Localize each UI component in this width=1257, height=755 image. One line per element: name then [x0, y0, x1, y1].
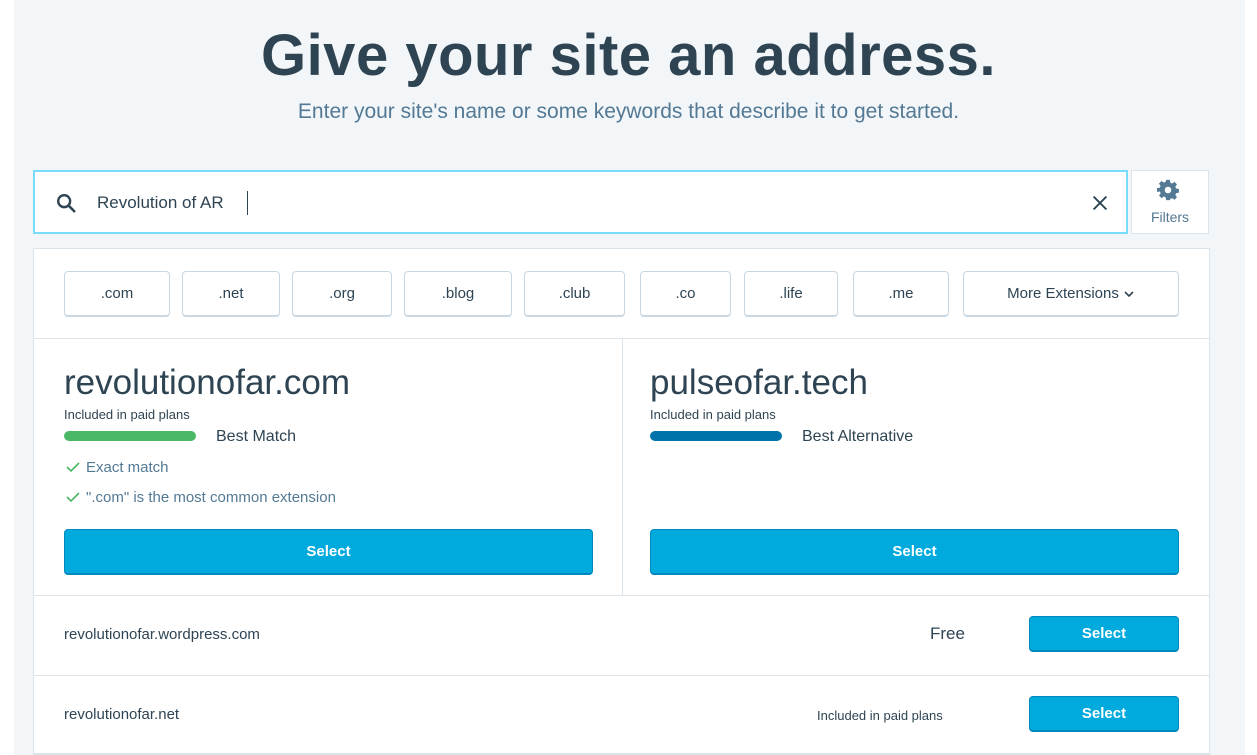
page-subtitle: Enter your site's name or some keywords …: [297, 100, 960, 123]
more-extensions-button[interactable]: More Extensions: [963, 271, 1179, 317]
extension-club-button[interactable]: .club: [524, 271, 625, 317]
reason-item: Exact match: [66, 459, 169, 476]
domain-row-price: Included in paid plans: [817, 708, 943, 723]
search-box[interactable]: [33, 170, 1128, 234]
match-bar: [64, 431, 196, 441]
chevron-down-icon: [1124, 291, 1134, 298]
reason-text: Exact match: [86, 459, 169, 476]
extension-life-button[interactable]: .life: [744, 271, 838, 317]
divider: [34, 753, 1209, 754]
domain-row-name: revolutionofar.wordpress.com: [64, 626, 260, 643]
domain-row-name: revolutionofar.net: [64, 706, 180, 723]
filters-button[interactable]: Filters: [1131, 170, 1209, 234]
text-caret: [247, 191, 248, 215]
featured-domain-name: pulseofar.tech: [650, 363, 868, 402]
checkmark-icon: [66, 462, 80, 473]
checkmark-icon: [66, 492, 80, 503]
match-label: Best Alternative: [802, 428, 914, 445]
extension-co-button[interactable]: .co: [640, 271, 731, 317]
reason-text: ".com" is the most common extension: [86, 489, 336, 506]
extension-net-button[interactable]: .net: [182, 271, 280, 317]
search-input[interactable]: [97, 185, 1057, 221]
close-icon[interactable]: [1089, 192, 1111, 214]
divider: [34, 675, 1209, 676]
plan-note: Included in paid plans: [64, 407, 190, 422]
select-button[interactable]: Select: [1029, 696, 1179, 732]
featured-domain-name: revolutionofar.com: [64, 363, 350, 402]
page-title: Give your site an address.: [260, 23, 997, 88]
search-icon: [57, 194, 76, 213]
extension-org-button[interactable]: .org: [292, 271, 392, 317]
extension-com-button[interactable]: .com: [64, 271, 170, 317]
select-button[interactable]: Select: [650, 529, 1179, 575]
select-button[interactable]: Select: [1029, 616, 1179, 652]
domain-row-price: Free: [930, 624, 965, 643]
select-button[interactable]: Select: [64, 529, 593, 575]
filters-label: Filters: [1150, 209, 1190, 225]
plan-note: Included in paid plans: [650, 407, 776, 422]
reason-item: ".com" is the most common extension: [66, 489, 336, 506]
column-divider: [622, 339, 623, 595]
extension-blog-button[interactable]: .blog: [404, 271, 512, 317]
extension-me-button[interactable]: .me: [853, 271, 949, 317]
more-extensions-label: More Extensions: [1007, 285, 1119, 302]
match-bar: [650, 431, 782, 441]
match-label: Best Match: [216, 428, 297, 445]
divider: [34, 595, 1209, 596]
results-card: .com .net .org .blog .club .co .life .me…: [33, 248, 1210, 755]
gear-icon: [1157, 179, 1179, 201]
